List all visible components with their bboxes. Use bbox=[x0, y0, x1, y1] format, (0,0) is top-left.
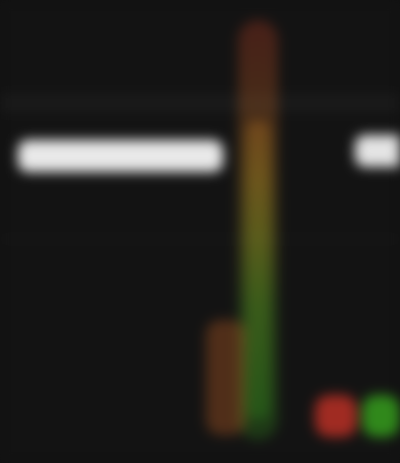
status-dot-green-icon[interactable] bbox=[362, 395, 400, 437]
status-dot-red-icon[interactable] bbox=[315, 395, 357, 437]
orange-side-indicator bbox=[206, 320, 246, 435]
left-label-block bbox=[18, 140, 223, 172]
right-label-chip bbox=[355, 135, 400, 167]
blurred-ui-screen bbox=[0, 0, 400, 463]
faint-divider bbox=[0, 238, 400, 240]
top-panel-band bbox=[0, 94, 400, 112]
level-meter-fill bbox=[246, 120, 270, 420]
